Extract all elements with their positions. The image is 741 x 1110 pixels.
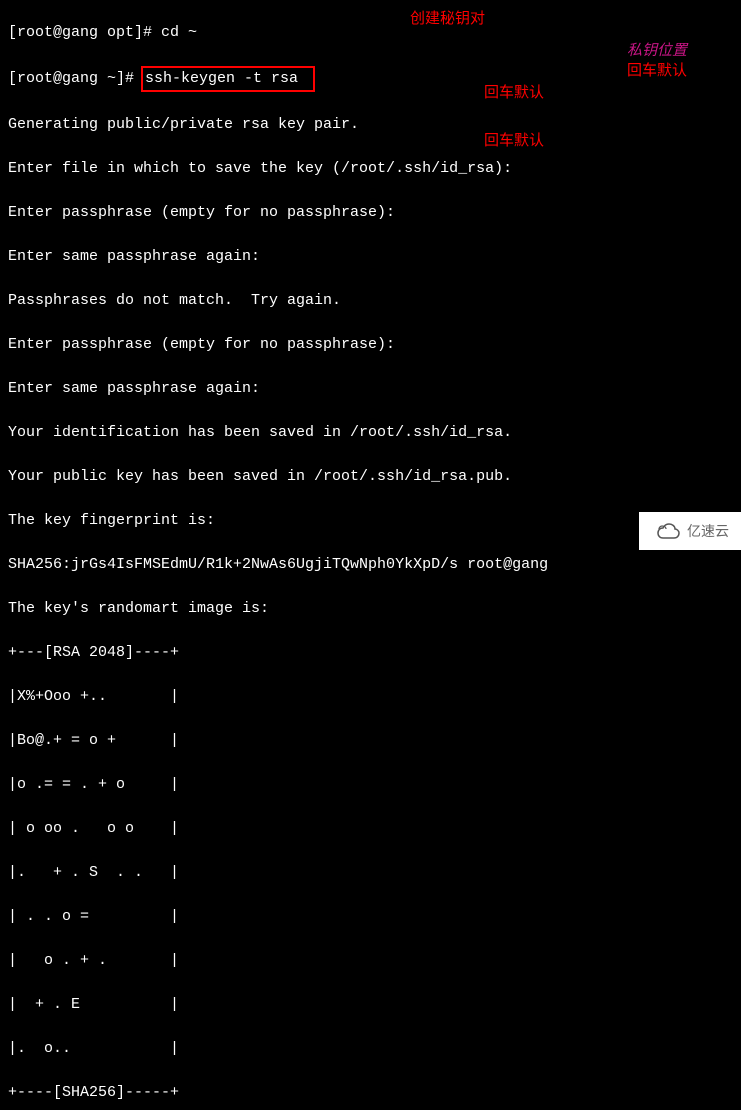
- terminal-line: Enter same passphrase again:: [8, 378, 733, 400]
- cloud-icon: [655, 523, 681, 539]
- shell-prompt: [root@gang ~]#: [8, 70, 143, 87]
- terminal-line: Your identification has been saved in /r…: [8, 422, 733, 444]
- terminal-line: Your public key has been saved in /root/…: [8, 466, 733, 488]
- command-text: cd ~: [161, 24, 197, 41]
- terminal-line: Generating public/private rsa key pair.: [8, 114, 733, 136]
- terminal-line: Enter passphrase (empty for no passphras…: [8, 202, 733, 224]
- terminal-line: Enter passphrase (empty for no passphras…: [8, 334, 733, 356]
- watermark-text: 亿速云: [687, 520, 729, 542]
- terminal-line: Enter file in which to save the key (/ro…: [8, 158, 733, 180]
- annotation-create-keypair: 创建秘钥对: [410, 8, 485, 30]
- terminal-line: | + . E |: [8, 994, 733, 1016]
- terminal-line: [root@gang opt]# cd ~: [8, 22, 733, 44]
- terminal-line: +---[RSA 2048]----+: [8, 642, 733, 664]
- terminal-line: +----[SHA256]-----+: [8, 1082, 733, 1104]
- annotation-private-key-location: 私钥位置: [627, 40, 687, 62]
- terminal-line: | o oo . o o |: [8, 818, 733, 840]
- terminal-line: |Bo@.+ = o + |: [8, 730, 733, 752]
- terminal-line: The key fingerprint is:: [8, 510, 733, 532]
- terminal-line: | o . + . |: [8, 950, 733, 972]
- terminal-line: Enter same passphrase again:: [8, 246, 733, 268]
- terminal-line: Passphrases do not match. Try again.: [8, 290, 733, 312]
- terminal-line: |. + . S . . |: [8, 862, 733, 884]
- terminal-line: |. o.. |: [8, 1038, 733, 1060]
- terminal-line: | . . o = |: [8, 906, 733, 928]
- terminal-line: |X%+Ooo +.. |: [8, 686, 733, 708]
- annotation-enter-default-2: 回车默认: [484, 82, 544, 104]
- terminal-output[interactable]: [root@gang opt]# cd ~ [root@gang ~]# ssh…: [0, 0, 741, 1110]
- terminal-line: [root@gang ~]# ssh-keygen -t rsa: [8, 66, 733, 92]
- annotation-enter-default-3: 回车默认: [484, 130, 544, 152]
- watermark: 亿速云: [639, 512, 741, 550]
- shell-prompt: [root@gang opt]#: [8, 24, 161, 41]
- terminal-line: The key's randomart image is:: [8, 598, 733, 620]
- annotation-enter-default-1: 回车默认: [627, 60, 687, 82]
- terminal-line: |o .= = . + o |: [8, 774, 733, 796]
- terminal-line: SHA256:jrGs4IsFMSEdmU/R1k+2NwAs6UgjiTQwN…: [8, 554, 733, 576]
- highlighted-command: ssh-keygen -t rsa: [141, 66, 315, 92]
